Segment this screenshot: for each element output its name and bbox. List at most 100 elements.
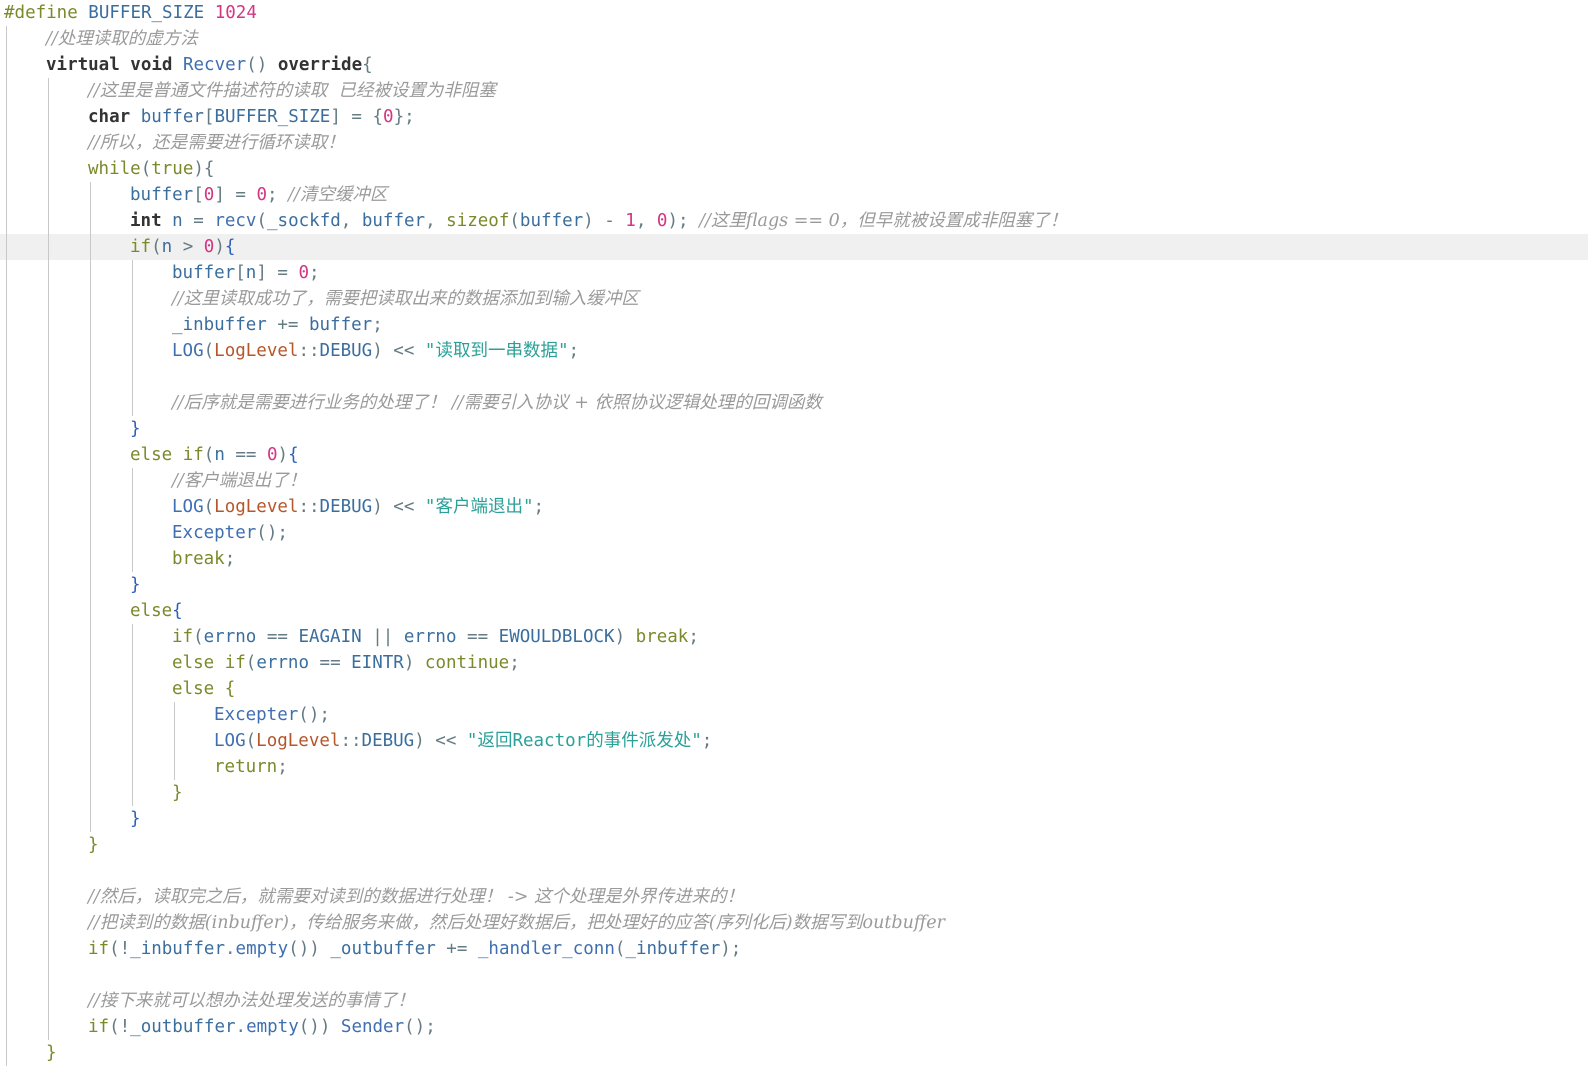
code-token: EINTR [351, 653, 404, 673]
indent-guide [6, 598, 7, 624]
code-token: (! [109, 1017, 131, 1037]
code-token: } [88, 835, 99, 855]
code-token: n [245, 263, 257, 283]
code-token: } [172, 783, 183, 803]
code-line[interactable]: else { [0, 676, 1588, 702]
code-line[interactable]: break; [0, 546, 1588, 572]
code-line[interactable]: else if(n == 0){ [0, 442, 1588, 468]
code-line[interactable]: //客户端退出了！ [0, 468, 1588, 494]
code-line[interactable]: LOG(LogLevel::DEBUG) << "返回Reactor的事件派发处… [0, 728, 1588, 754]
code-token: 0 [656, 211, 668, 231]
code-line[interactable]: virtual void Recver() override{ [0, 52, 1588, 78]
code-editor[interactable]: #define BUFFER_SIZE 1024 //处理读取的虚方法 virtua… [0, 0, 1588, 1089]
code-line[interactable]: //处理读取的虚方法 [0, 26, 1588, 52]
code-token: ); [720, 939, 742, 959]
code-text: else { [4, 679, 235, 699]
code-line[interactable]: //这里读取成功了，需要把读取出来的数据添加到输入缓冲区 [0, 286, 1588, 312]
code-line[interactable]: int n = recv(_sockfd, buffer, sizeof(buf… [0, 208, 1588, 234]
code-line[interactable]: //后序就是需要进行业务的处理了！ //需要引入协议 + 依照协议逻辑处理的回调… [0, 390, 1588, 416]
code-token: [ [235, 263, 246, 283]
indent-guide [48, 884, 49, 910]
code-token: true [151, 159, 194, 179]
code-line[interactable]: if(!_outbuffer.empty()) Sender(); [0, 1014, 1588, 1040]
code-token: else [130, 445, 183, 465]
code-line[interactable] [0, 364, 1588, 390]
code-token: //所以，还是需要进行循环读取！ [88, 133, 345, 153]
code-line[interactable] [0, 962, 1588, 988]
code-token: //清空缓冲区 [288, 185, 388, 205]
code-token: ) << [414, 731, 467, 751]
code-line[interactable]: _inbuffer += buffer; [0, 312, 1588, 338]
code-line[interactable]: LOG(LogLevel::DEBUG) << "读取到一串数据"; [0, 338, 1588, 364]
code-token: ; [509, 653, 520, 673]
code-token: . [235, 1017, 247, 1037]
code-text: } [4, 1043, 57, 1063]
code-token: sizeof [446, 211, 510, 231]
code-token: return [214, 757, 278, 777]
indent-guide [132, 494, 133, 520]
code-line[interactable]: //接下来就可以想办法处理发送的事情了！ [0, 988, 1588, 1014]
code-line[interactable]: } [0, 416, 1588, 442]
code-token: recv [214, 211, 257, 231]
indent-guide [90, 312, 91, 338]
code-line[interactable]: buffer[0] = 0; //清空缓冲区 [0, 182, 1588, 208]
indent-guide [48, 130, 49, 156]
indent-guide [48, 676, 49, 702]
code-line[interactable]: } [0, 806, 1588, 832]
code-line[interactable]: return; [0, 754, 1588, 780]
code-line[interactable]: else{ [0, 598, 1588, 624]
code-token: ; [224, 549, 236, 569]
code-token: _outbuffer [330, 939, 447, 959]
code-token: buffer [172, 263, 236, 283]
code-line[interactable]: //然后，读取完之后，就需要对读到的数据进行处理！ -> 这个处理是外界传进来的… [0, 884, 1588, 910]
code-line[interactable]: buffer[n] = 0; [0, 260, 1588, 286]
code-token: ( [203, 497, 215, 517]
indent-guide [6, 104, 7, 130]
code-line[interactable]: if(!_inbuffer.empty()) _outbuffer += _ha… [0, 936, 1588, 962]
indent-guide [6, 572, 7, 598]
code-line[interactable]: } [0, 832, 1588, 858]
code-line[interactable]: if(errno == EAGAIN || errno == EWOULDBLO… [0, 624, 1588, 650]
indent-guide [6, 26, 7, 52]
code-token: n [161, 237, 183, 257]
indent-guide [6, 1014, 7, 1040]
code-token: if [172, 627, 194, 647]
code-line[interactable]: Excepter(); [0, 520, 1588, 546]
code-line[interactable]: char buffer[BUFFER_SIZE] = {0}; [0, 104, 1588, 130]
code-token: //这里是普通文件描述符的读取 已经被设置为非阻塞 [88, 81, 496, 101]
code-line[interactable] [0, 858, 1588, 884]
code-token: (); [298, 705, 330, 725]
code-line[interactable]: //所以，还是需要进行循环读取！ [0, 130, 1588, 156]
indent-guide [6, 260, 7, 286]
code-text: buffer[0] = 0; //清空缓冲区 [4, 185, 387, 205]
code-line[interactable]: } [0, 1040, 1588, 1066]
code-text: return; [4, 757, 288, 777]
code-token: 0 [383, 107, 394, 127]
indent-guide [48, 832, 49, 858]
code-token: _handler_conn [477, 939, 615, 959]
code-line[interactable]: while(true){ [0, 156, 1588, 182]
code-line[interactable]: #define BUFFER_SIZE 1024 [0, 0, 1588, 26]
code-token: , [425, 211, 447, 231]
code-token: _inbuffer [625, 939, 721, 959]
code-token: ) << [372, 497, 425, 517]
code-token: ) [277, 445, 289, 465]
code-line[interactable]: else if(errno == EINTR) continue; [0, 650, 1588, 676]
indent-guide [48, 1014, 49, 1040]
indent-guide [6, 858, 7, 884]
code-token: ; [688, 627, 699, 647]
code-token: Recver [182, 55, 247, 75]
code-line[interactable]: if(n > 0){ [0, 234, 1588, 260]
code-line[interactable]: //这里是普通文件描述符的读取 已经被设置为非阻塞 [0, 78, 1588, 104]
code-line[interactable]: //把读到的数据(inbuffer)，传给服务来做，然后处理好数据后，把处理好的… [0, 910, 1588, 936]
code-line[interactable]: } [0, 572, 1588, 598]
indent-guide [90, 598, 91, 624]
code-line[interactable]: LOG(LogLevel::DEBUG) << "客户端退出"; [0, 494, 1588, 520]
code-token: ( [151, 237, 162, 257]
code-token: == [235, 445, 267, 465]
code-line[interactable]: } [0, 780, 1588, 806]
indent-guide [48, 624, 49, 650]
code-line[interactable]: Excepter(); [0, 702, 1588, 728]
indent-guide [6, 754, 7, 780]
